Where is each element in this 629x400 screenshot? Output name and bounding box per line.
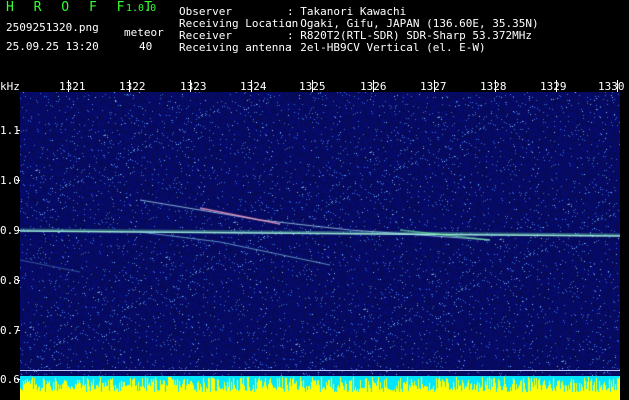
y-tick-label: 1.0 — [0, 174, 20, 187]
meteor-label: meteor — [124, 26, 164, 39]
app-version: 1.0.0 — [126, 3, 157, 14]
y-tick-label: 0.7 — [0, 324, 20, 337]
y-unit-label: kHz — [0, 80, 20, 93]
antenna-value: : 2el-HB9CV Vertical (el. E-W) — [287, 41, 486, 54]
observation-datetime: 25.09.25 13:20 — [6, 40, 99, 53]
power-level-bar — [20, 376, 620, 400]
file-name: 2509251320.png — [6, 21, 99, 34]
y-tick-label: 0.8 — [0, 274, 20, 287]
y-tick-label: 1.1 — [0, 124, 20, 137]
antenna-label: Receiving antenna — [179, 41, 292, 54]
y-tick-label: 0.6 — [0, 373, 20, 386]
header-panel: H R O F F T 1.0.0 2509251320.png meteor … — [0, 0, 629, 72]
y-tick-label: 0.9 — [0, 224, 20, 237]
threshold-line — [20, 370, 620, 371]
meteor-count: 40 — [139, 40, 153, 53]
spectrogram-canvas — [20, 92, 620, 376]
